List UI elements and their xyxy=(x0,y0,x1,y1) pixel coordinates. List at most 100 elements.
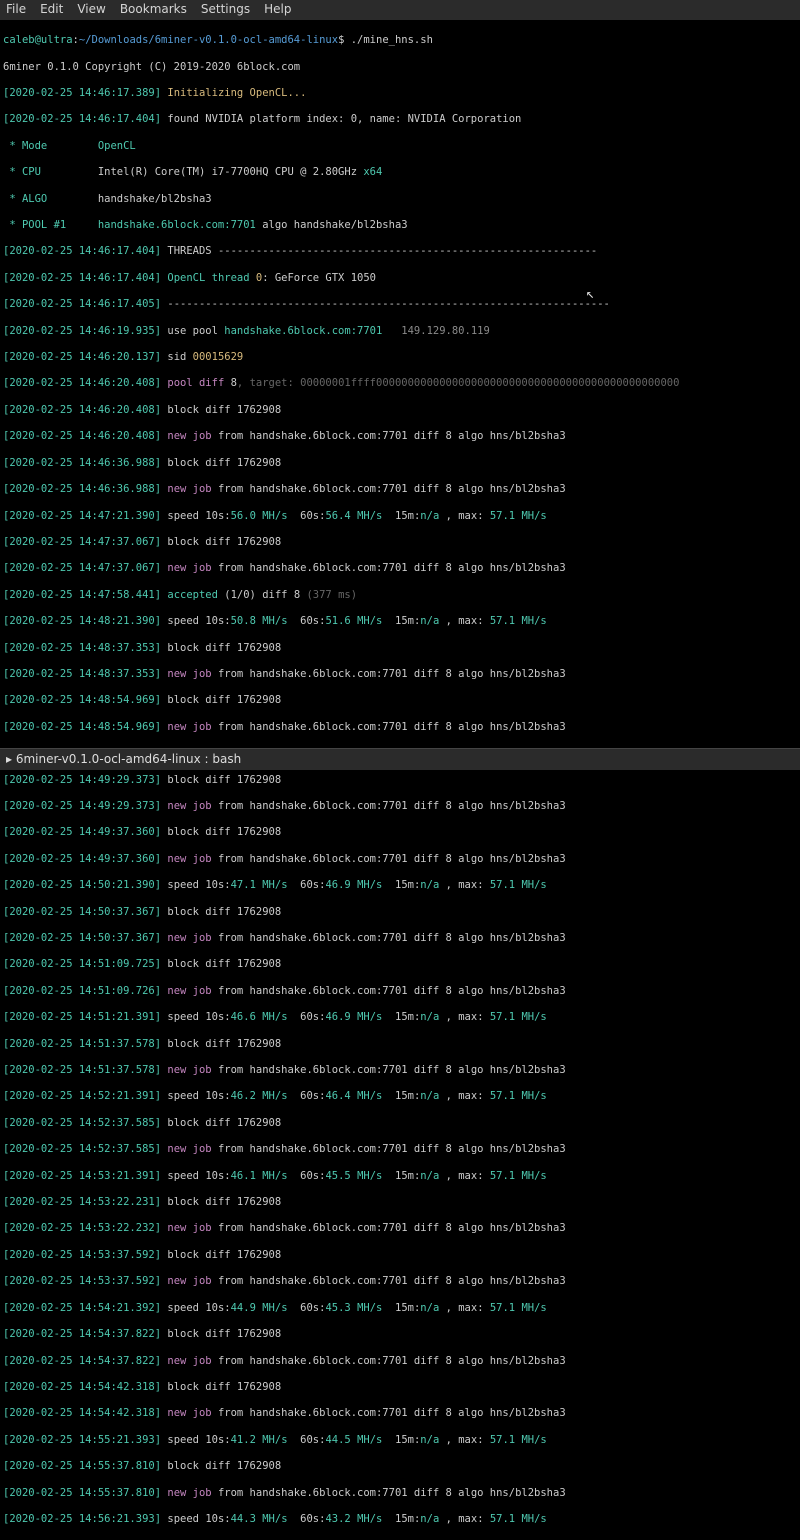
mhs: MH/s xyxy=(351,1170,383,1182)
timestamp: [2020-02-25 14:46:19.935] xyxy=(3,325,161,337)
menu-file[interactable]: File xyxy=(6,3,26,16)
mhs: MH/s xyxy=(256,615,288,627)
log-line: [2020-02-25 14:49:29.373] block diff 176… xyxy=(3,774,797,787)
s10-val: 41.2 xyxy=(231,1434,256,1446)
log-line: [2020-02-25 14:48:54.969] new job from h… xyxy=(3,721,797,734)
speed-line: [2020-02-25 14:51:21.391] speed 10s:46.6… xyxy=(3,1011,797,1024)
menu-settings[interactable]: Settings xyxy=(201,3,250,16)
mhs: MH/s xyxy=(515,1011,547,1023)
mhs: MH/s xyxy=(351,615,383,627)
timestamp: [2020-02-25 14:49:29.373] xyxy=(3,774,161,786)
mhs: MH/s xyxy=(515,1513,547,1525)
log-line: [2020-02-25 14:46:17.405] --------------… xyxy=(3,298,797,311)
smax-lbl: , max: xyxy=(439,1434,490,1446)
block-diff: block diff 1762908 xyxy=(161,958,281,970)
timestamp: [2020-02-25 14:46:36.988] xyxy=(3,457,161,469)
timestamp: [2020-02-25 14:50:21.390] xyxy=(3,879,161,891)
s60-val: 56.4 xyxy=(325,510,350,522)
menu-bookmarks[interactable]: Bookmarks xyxy=(120,3,187,16)
mhs: MH/s xyxy=(515,1434,547,1446)
timestamp: [2020-02-25 14:53:37.592] xyxy=(3,1275,161,1287)
timestamp: [2020-02-25 14:48:21.390] xyxy=(3,615,161,627)
smax-val: 57.1 xyxy=(490,1011,515,1023)
job-diff-lbl: diff xyxy=(414,1355,446,1367)
smax-val: 57.1 xyxy=(490,1302,515,1314)
status-tab[interactable]: 6miner-v0.1.0-ocl-amd64-linux : bash xyxy=(16,753,241,766)
timestamp: [2020-02-25 14:51:37.578] xyxy=(3,1038,161,1050)
s60-lbl: 60s: xyxy=(288,615,326,627)
threads-header: THREADS --------------------------------… xyxy=(161,245,597,257)
s15-val: n/a xyxy=(420,510,439,522)
speed-lbl: speed xyxy=(161,1434,205,1446)
speed-line: [2020-02-25 14:53:21.391] speed 10s:46.1… xyxy=(3,1170,797,1183)
block-diff: block diff 1762908 xyxy=(161,774,281,786)
log-line: [2020-02-25 14:48:54.969] block diff 176… xyxy=(3,694,797,707)
s15-lbl: 15m: xyxy=(382,1302,420,1314)
block-diff: block diff 1762908 xyxy=(161,1328,281,1340)
mode-label: * Mode xyxy=(3,140,98,152)
timestamp: [2020-02-25 14:54:21.392] xyxy=(3,1302,161,1314)
mhs: MH/s xyxy=(351,879,383,891)
speed-line: [2020-02-25 14:47:21.390] speed 10s:56.0… xyxy=(3,510,797,523)
log-line: [2020-02-25 14:52:37.585] new job from h… xyxy=(3,1143,797,1156)
log-line: [2020-02-25 14:56:37.816] block diff 176… xyxy=(3,1539,797,1540)
mhs: MH/s xyxy=(351,1434,383,1446)
s15-val: n/a xyxy=(420,1302,439,1314)
block-diff: block diff 1762908 xyxy=(161,694,281,706)
mhs: MH/s xyxy=(256,1513,288,1525)
new-job: new job xyxy=(161,1407,212,1419)
s60-lbl: 60s: xyxy=(288,1302,326,1314)
s15-lbl: 15m: xyxy=(382,1090,420,1102)
log-line: [2020-02-25 14:53:37.592] block diff 176… xyxy=(3,1249,797,1262)
timestamp: [2020-02-25 14:48:37.353] xyxy=(3,642,161,654)
timestamp: [2020-02-25 14:46:20.408] xyxy=(3,404,161,416)
log-line: [2020-02-25 14:47:58.441] accepted (1/0)… xyxy=(3,589,797,602)
job-diff-lbl: diff xyxy=(414,1407,446,1419)
log-line: [2020-02-25 14:48:37.353] new job from h… xyxy=(3,668,797,681)
speed-line: [2020-02-25 14:54:21.392] speed 10s:44.9… xyxy=(3,1302,797,1315)
gpu-name: : GeForce GTX 1050 xyxy=(262,272,376,284)
log-line: [2020-02-25 14:50:37.367] new job from h… xyxy=(3,932,797,945)
s60-lbl: 60s: xyxy=(288,1513,326,1525)
log-line: [2020-02-25 14:54:37.822] new job from h… xyxy=(3,1355,797,1368)
job-diff-lbl: diff xyxy=(414,985,446,997)
cpu-line: * CPU Intel(R) Core(TM) i7-7700HQ CPU @ … xyxy=(3,166,797,179)
log-line: [2020-02-25 14:54:37.822] block diff 176… xyxy=(3,1328,797,1341)
timestamp: [2020-02-25 14:55:21.393] xyxy=(3,1434,161,1446)
menu-edit[interactable]: Edit xyxy=(40,3,63,16)
pool-line: * POOL #1 handshake.6block.com:7701 algo… xyxy=(3,219,797,232)
menu-view[interactable]: View xyxy=(77,3,105,16)
block-diff: block diff 1762908 xyxy=(161,906,281,918)
smax-val: 57.1 xyxy=(490,1090,515,1102)
log-line: [2020-02-25 14:53:22.232] new job from h… xyxy=(3,1222,797,1235)
job-diff-lbl: diff xyxy=(414,932,446,944)
acc-diff-lbl: diff xyxy=(256,589,294,601)
job-algo: algo hns/bl2bsha3 xyxy=(452,853,566,865)
speed-lbl: speed xyxy=(161,1090,205,1102)
new-job: new job xyxy=(161,430,212,442)
job-from: from handshake.6block.com:7701 xyxy=(212,1407,414,1419)
job-algo: algo hns/bl2bsha3 xyxy=(452,800,566,812)
terminal-output[interactable]: caleb@ultra:~/Downloads/6miner-v0.1.0-oc… xyxy=(0,20,800,1540)
mhs: MH/s xyxy=(256,1090,288,1102)
log-line: [2020-02-25 14:51:09.726] new job from h… xyxy=(3,985,797,998)
menu-help[interactable]: Help xyxy=(264,3,291,16)
smax-val: 57.1 xyxy=(490,1513,515,1525)
timestamp: [2020-02-25 14:54:37.822] xyxy=(3,1328,161,1340)
mhs: MH/s xyxy=(351,1302,383,1314)
s10-val: 46.6 xyxy=(231,1011,256,1023)
s15-lbl: 15m: xyxy=(382,1170,420,1182)
smax-val: 57.1 xyxy=(490,879,515,891)
timestamp: [2020-02-25 14:54:42.318] xyxy=(3,1407,161,1419)
speed-lbl: speed xyxy=(161,1011,205,1023)
log-line: [2020-02-25 14:46:20.408] new job from h… xyxy=(3,430,797,443)
log-line: [2020-02-25 14:46:17.404] found NVIDIA p… xyxy=(3,113,797,126)
block-diff: block diff 1762908 xyxy=(161,1038,281,1050)
status-bar: ▸ 6miner-v0.1.0-ocl-amd64-linux : bash xyxy=(0,748,800,770)
new-job: new job xyxy=(161,800,212,812)
s60-lbl: 60s: xyxy=(288,1090,326,1102)
target: , target: 00000001ffff000000000000000000… xyxy=(237,377,680,389)
job-diff-lbl: diff xyxy=(414,562,446,574)
s10-val: 46.1 xyxy=(231,1170,256,1182)
block-diff: block diff 1762908 xyxy=(161,1249,281,1261)
